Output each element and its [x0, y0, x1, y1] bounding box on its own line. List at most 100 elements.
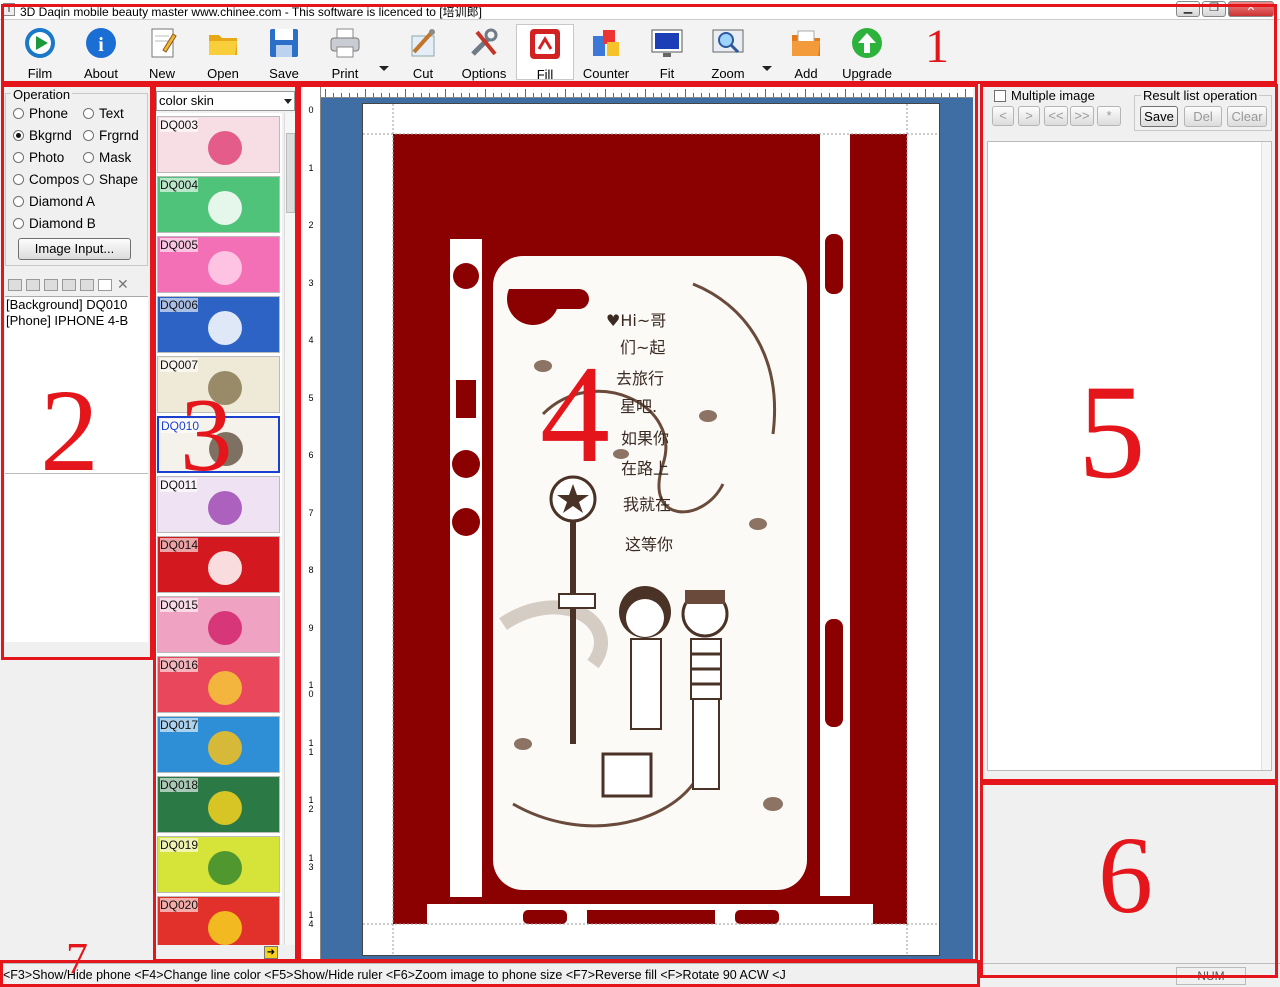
result-star-button[interactable]: * — [1097, 106, 1121, 126]
skin-thumbnail[interactable]: DQ006 — [157, 296, 280, 353]
list-divider — [5, 473, 148, 474]
radio-frgrnd[interactable]: Frgrnd — [83, 128, 139, 143]
ruler-tick — [757, 93, 758, 97]
layer-delete-icon[interactable] — [8, 279, 22, 291]
multiple-image-checkbox[interactable]: Multiple image — [994, 88, 1095, 103]
new-button[interactable]: New — [133, 24, 191, 81]
layer-item[interactable]: [Background] DQ010 — [5, 297, 148, 313]
zoom-dropdown-arrow[interactable] — [762, 66, 772, 71]
upgrade-button[interactable]: Upgrade — [838, 24, 896, 81]
radio-photo[interactable]: Photo — [13, 150, 64, 165]
radio-dot-checked — [13, 130, 24, 141]
result-del-button[interactable]: Del — [1184, 106, 1222, 127]
close-button[interactable]: ✕ — [1228, 1, 1274, 17]
film-button[interactable]: Film — [11, 24, 69, 81]
counter-button[interactable]: Counter — [577, 24, 635, 81]
skin-thumbnail[interactable]: DQ019 — [157, 836, 280, 893]
layer-remove-icon[interactable]: ✕ — [117, 276, 129, 293]
ruler-tick — [389, 93, 390, 97]
ruler-tick — [357, 93, 358, 97]
next-page-arrow-icon[interactable]: ➜ — [264, 946, 278, 959]
result-first-button[interactable]: << — [1044, 106, 1068, 126]
thumbnail-motif — [208, 251, 242, 285]
save-button[interactable]: Save — [255, 24, 313, 81]
radio-bkgrnd[interactable]: Bkgrnd — [13, 128, 72, 143]
skin-thumbnail[interactable]: DQ020 — [157, 896, 280, 945]
ruler-tick — [693, 93, 694, 97]
skin-thumbnail[interactable]: DQ007 — [157, 356, 280, 413]
ruler-mark: 4 — [308, 335, 314, 345]
add-button[interactable]: Add — [777, 24, 835, 81]
radio-phone[interactable]: Phone — [13, 106, 68, 121]
ruler-tick — [933, 93, 934, 97]
skin-thumbnail[interactable]: DQ005 — [157, 236, 280, 293]
skin-thumbnail[interactable]: DQ011 — [157, 476, 280, 533]
fill-button[interactable]: Fill — [516, 24, 574, 82]
result-next-button[interactable]: > — [1018, 106, 1040, 126]
ruler-tick — [437, 93, 438, 97]
skin-code: DQ020 — [160, 898, 199, 912]
skin-code: DQ010 — [161, 419, 200, 433]
phone-template-paper[interactable]: ♥Hi~哥 们~起 去旅行 星吧. 如果你 在路上 我就在 这等你 — [362, 103, 940, 956]
layer-bottom-icon[interactable] — [80, 279, 94, 291]
window-title: 3D Daqin mobile beauty master www.chinee… — [20, 5, 482, 19]
ruler-mark: 7 — [308, 507, 314, 518]
layer-item[interactable]: [Phone] IPHONE 4-B — [5, 313, 148, 329]
radio-diamond-a[interactable]: Diamond A — [13, 194, 95, 209]
ruler-tick — [645, 89, 646, 97]
radio-compos[interactable]: Compos — [13, 172, 79, 187]
skin-thumbnail[interactable]: DQ010 — [157, 416, 280, 473]
thumbnail-scrollbar[interactable] — [284, 113, 296, 945]
radio-diamond-b[interactable]: Diamond B — [13, 216, 96, 231]
skin-thumbnail[interactable]: DQ015 — [157, 596, 280, 653]
ruler-tick — [917, 93, 918, 97]
print-button[interactable]: Print — [316, 24, 374, 81]
layer-move-up-icon[interactable] — [26, 279, 40, 291]
thumbnail-motif — [208, 611, 242, 645]
skin-code: DQ016 — [160, 658, 199, 672]
ruler-tick — [797, 93, 798, 97]
print-dropdown-arrow[interactable] — [379, 66, 389, 71]
ruler-tick — [533, 93, 534, 97]
about-button[interactable]: i About — [72, 24, 130, 81]
skin-thumbnail[interactable]: DQ014 — [157, 536, 280, 593]
ruler-tick — [813, 93, 814, 97]
radio-shape[interactable]: Shape — [83, 172, 138, 187]
result-list-scrollbar[interactable] — [1261, 142, 1271, 770]
zoom-icon — [711, 26, 745, 60]
result-clear-button[interactable]: Clear — [1227, 106, 1267, 127]
maximize-button[interactable]: ❐ — [1202, 1, 1226, 17]
skin-thumbnail-list: DQ003 DQ004 DQ005 DQ006 DQ007 DQ010 DQ011 DQ014… — [156, 113, 282, 945]
skin-thumbnail[interactable]: DQ017 — [157, 716, 280, 773]
layer-move-down-icon[interactable] — [44, 279, 58, 291]
image-input-button[interactable]: Image Input... — [18, 238, 131, 260]
open-button[interactable]: Open — [194, 24, 252, 81]
minimize-button[interactable]: ▁ — [1176, 1, 1200, 17]
layer-lock-icon[interactable] — [98, 279, 112, 291]
layer-top-icon[interactable] — [62, 279, 76, 291]
thumbnail-motif — [208, 311, 242, 345]
ruler-mark: 1 4 — [308, 910, 314, 929]
options-button[interactable]: Options — [455, 24, 513, 81]
ruler-tick — [605, 89, 606, 97]
result-save-button[interactable]: Save — [1140, 106, 1178, 127]
cut-button[interactable]: Cut — [394, 24, 452, 81]
chevron-down-icon — [284, 99, 292, 104]
skin-category-select[interactable]: color skin — [156, 91, 295, 111]
shortcut-hints: <F3>Show/Hide phone <F4>Change line colo… — [3, 968, 786, 982]
skin-thumbnail[interactable]: DQ004 — [157, 176, 280, 233]
skin-code: DQ006 — [160, 298, 199, 312]
ruler-mark: 1 2 — [308, 795, 314, 814]
radio-text[interactable]: Text — [83, 106, 124, 121]
result-prev-button[interactable]: < — [992, 106, 1014, 126]
result-last-button[interactable]: >> — [1070, 106, 1094, 126]
result-list[interactable] — [987, 141, 1272, 771]
zoom-button[interactable]: Zoom — [699, 24, 757, 81]
skin-thumbnail[interactable]: DQ003 — [157, 116, 280, 173]
skin-thumbnail[interactable]: DQ016 — [157, 656, 280, 713]
scroll-thumb[interactable] — [286, 133, 295, 213]
fit-button[interactable]: Fit — [638, 24, 696, 81]
radio-mask[interactable]: Mask — [83, 150, 131, 165]
ruler-tick — [597, 93, 598, 97]
skin-thumbnail[interactable]: DQ018 — [157, 776, 280, 833]
